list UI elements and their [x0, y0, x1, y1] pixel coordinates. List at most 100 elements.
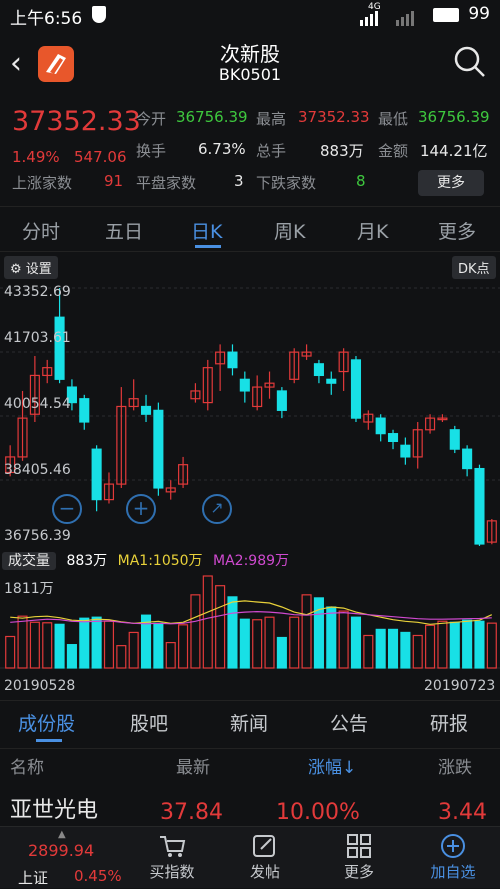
volume-bar	[375, 628, 386, 669]
candle-body	[462, 448, 473, 470]
candle-body	[350, 359, 362, 419]
volume-bar	[54, 623, 65, 669]
volume-bar	[66, 644, 77, 669]
y-tick-label: 43352.69	[4, 284, 71, 300]
candle-body	[313, 363, 324, 377]
candle-body	[375, 417, 386, 435]
candle-body	[140, 405, 152, 415]
volume-bar	[116, 645, 127, 669]
page-title: 次新股	[220, 42, 280, 66]
post-button[interactable]: 发帖	[230, 833, 300, 882]
candle-body	[91, 448, 102, 501]
volume-bar	[239, 618, 250, 669]
tab-intraday[interactable]: 分时	[22, 217, 60, 244]
volume-bar	[190, 594, 201, 669]
volume-bar	[128, 631, 139, 669]
tab-five-day[interactable]: 五日	[105, 217, 143, 244]
volume-bar	[103, 620, 115, 669]
app-header: ‹ 次新股 BK0501	[0, 32, 500, 96]
tab-constituents[interactable]: 成份股	[18, 709, 75, 736]
volume-bar	[350, 616, 362, 669]
tab-weekly-k[interactable]: 周K	[274, 217, 305, 244]
zoom-out-icon[interactable]: −	[52, 494, 82, 524]
volume-bar	[338, 610, 349, 669]
stock-latest: 37.84	[160, 800, 223, 825]
post-label: 发帖	[249, 863, 280, 881]
candle-body	[400, 444, 411, 458]
col-name: 名称	[10, 758, 44, 778]
candle-body	[239, 378, 250, 392]
volume-bar	[400, 631, 411, 669]
change-value: 547.06	[74, 148, 127, 166]
volume-value: 883万	[320, 142, 364, 160]
edit-icon	[230, 833, 300, 861]
shield-icon	[92, 6, 106, 23]
candle-body	[227, 351, 238, 369]
col-change[interactable]: 涨跌	[438, 753, 472, 778]
status-time: 上午6:56	[10, 9, 83, 29]
y-tick-label: 41703.61	[4, 330, 71, 346]
y-tick-label: 36756.39	[4, 528, 71, 544]
tab-research[interactable]: 研报	[430, 709, 468, 736]
add-watchlist-button[interactable]: 加自选	[418, 833, 488, 882]
ma2-label: MA2:989万	[213, 553, 290, 569]
tab-forum[interactable]: 股吧	[130, 709, 168, 736]
volume-bar	[202, 575, 213, 669]
tab-daily-k[interactable]: 日K	[191, 217, 222, 244]
more-stats-button[interactable]: 更多	[418, 170, 484, 196]
tab-more[interactable]: 更多	[438, 217, 476, 244]
kline-chart[interactable]: ⚙ 设置 DK点 43352.69 41703.61 40054.54 3840…	[0, 252, 500, 548]
turnover-value: 6.73%	[198, 140, 246, 158]
col-change-pct[interactable]: 涨幅↓	[308, 753, 356, 778]
stock-change: 3.44	[438, 800, 487, 825]
tab-announcements[interactable]: 公告	[330, 709, 368, 736]
cart-icon	[137, 833, 207, 861]
battery-level: 99	[468, 4, 490, 24]
volume-bar	[449, 621, 460, 669]
signal-icon	[360, 10, 430, 31]
change-pct: 1.49%	[12, 148, 60, 166]
buy-index-button[interactable]: 买指数	[137, 833, 207, 882]
volume-bar	[215, 585, 226, 669]
tab-monthly-k[interactable]: 月K	[357, 217, 388, 244]
info-tabs: 成份股 股吧 新闻 公告 研报	[0, 700, 500, 742]
up-count-value: 91	[104, 172, 124, 190]
more-button[interactable]: 更多	[324, 833, 394, 882]
search-icon[interactable]	[454, 46, 486, 82]
turnover-label: 换手	[136, 142, 167, 160]
volume-bar	[462, 619, 473, 669]
end-date: 20190723	[424, 678, 496, 694]
active-tab-underline	[36, 739, 62, 742]
add-watchlist-label: 加自选	[430, 863, 476, 881]
high-label: 最高	[256, 110, 287, 128]
volume-bar	[474, 620, 485, 669]
candle-body	[54, 316, 65, 380]
col-latest[interactable]: 最新	[176, 753, 210, 778]
candle-body	[387, 433, 399, 443]
buy-index-label: 买指数	[149, 863, 195, 881]
volume-bar	[42, 622, 53, 669]
active-tab-underline	[195, 245, 221, 248]
candle-body	[153, 409, 164, 489]
sector-code: BK0501	[218, 65, 282, 84]
volume-chart: 成交量 883万 MA1:1050万 MA2:989万 1811万 201905…	[0, 548, 500, 698]
volume-bar	[301, 594, 312, 669]
volume-bar	[91, 616, 102, 669]
bottom-nav: ▲ 2899.94 上证 0.45% 买指数 发帖 更多 加自选	[0, 826, 500, 888]
volume-label: 总手	[256, 142, 287, 160]
zoom-in-icon[interactable]: +	[126, 494, 156, 524]
volume-bar	[387, 628, 399, 669]
volume-bar	[363, 634, 374, 669]
tab-news[interactable]: 新闻	[230, 709, 268, 736]
index-ticker[interactable]: ▲ 2899.94 上证 0.45%	[0, 827, 125, 889]
fullscreen-icon[interactable]: ↗	[202, 494, 232, 524]
stock-change-pct: 10.00%	[276, 800, 360, 825]
battery-icon	[433, 8, 459, 22]
ma1-label: MA1:1050万	[117, 553, 203, 569]
start-date: 20190528	[4, 678, 76, 694]
last-price: 37352.33	[12, 106, 141, 137]
list-item[interactable]: 亚世光电 37.84 10.00% 3.44	[0, 786, 500, 826]
volume-bar	[276, 636, 287, 669]
down-count-value: 8	[356, 172, 366, 190]
down-count-label: 下跌家数	[256, 174, 317, 192]
